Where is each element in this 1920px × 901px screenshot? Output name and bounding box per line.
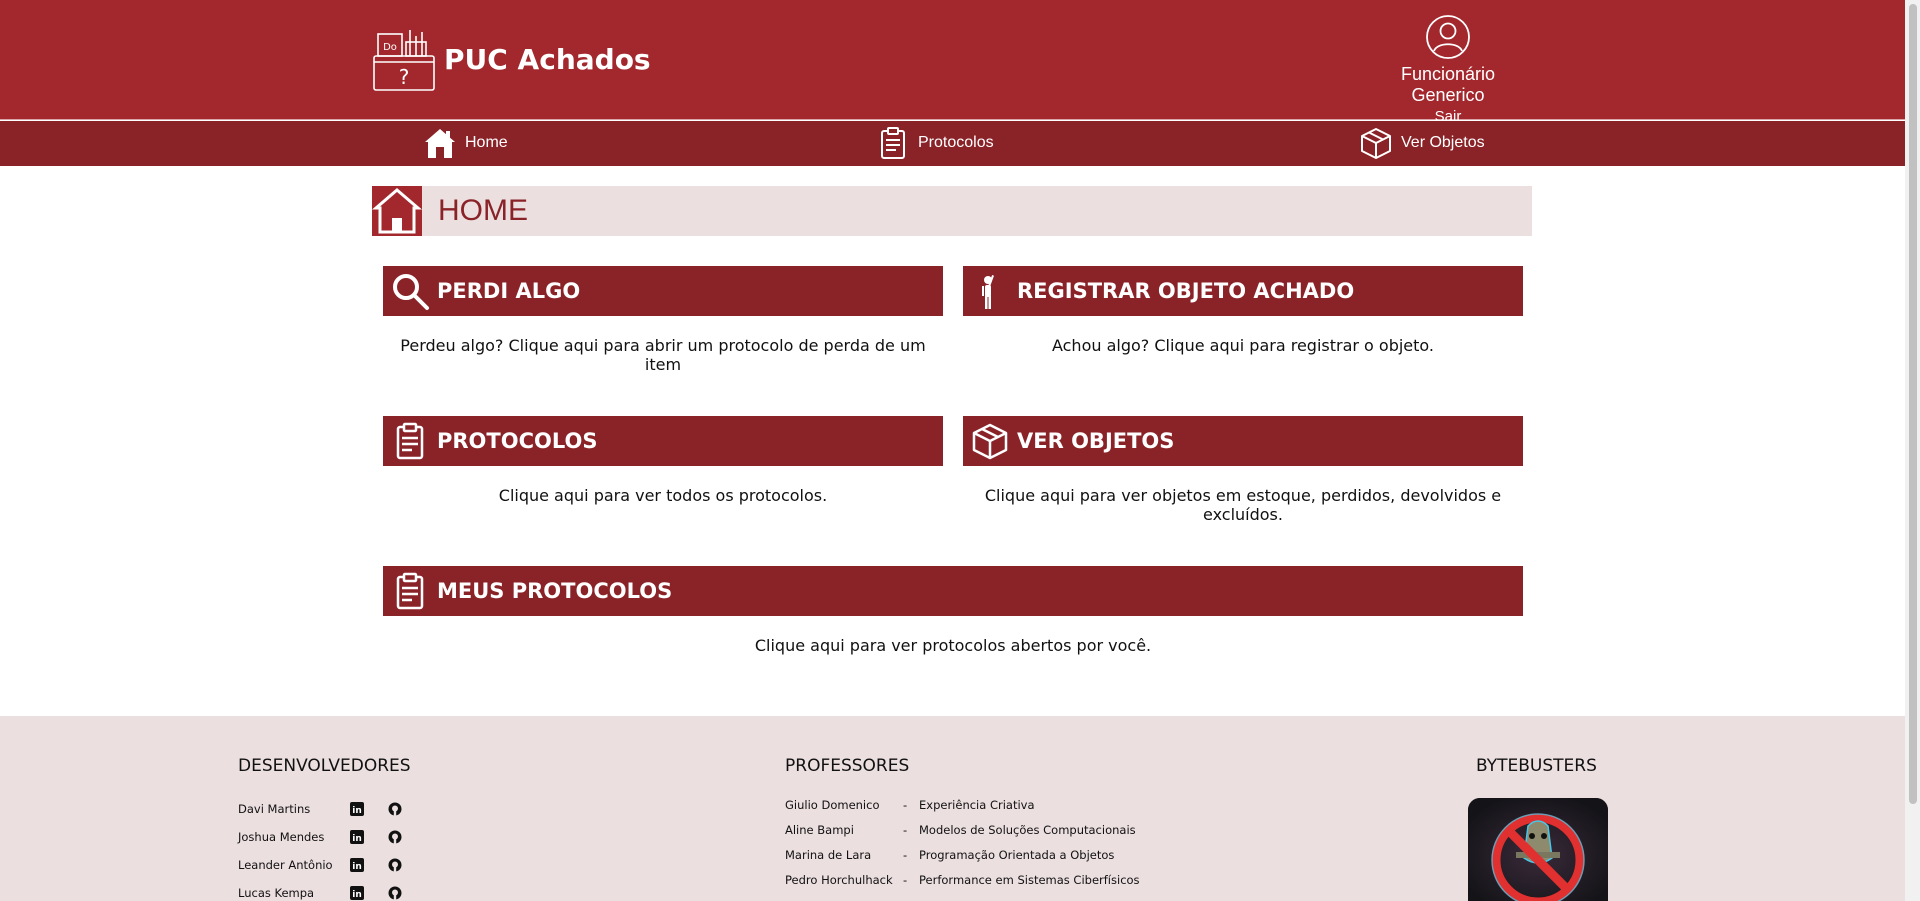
linkedin-icon[interactable]: in [350,886,364,900]
team-logo-image [1468,798,1608,901]
card-title: REGISTRAR OBJETO ACHADO [1017,279,1355,303]
professor-subject: Modelos de Soluções Computacionais [919,823,1136,837]
svg-text:in: in [352,834,362,844]
separator: - [903,848,908,862]
separator: - [903,873,908,887]
home-icon [425,129,455,158]
clipboard-icon [396,422,424,460]
clipboard-icon [396,572,424,610]
linkedin-icon[interactable]: in [350,830,364,844]
user-panel: Funcionário Generico Sair [1364,14,1532,125]
vertical-scrollbar[interactable] [1905,0,1920,901]
developers-heading: DESENVOLVEDORES [238,756,411,776]
github-icon[interactable] [388,886,402,900]
card-description: Clique aqui para ver objetos em estoque,… [984,486,1502,524]
professor-name: Giulio Domenico [785,798,880,812]
nav-item-label: Protocolos [918,134,994,151]
card-description: Clique aqui para ver protocolos abertos … [754,636,1152,655]
developer-name: Leander Antônio [238,858,333,872]
card-description: Clique aqui para ver todos os protocolos… [498,486,828,505]
card-meus-protocolos[interactable]: MEUS PROTOCOLOS Clique aqui para ver pro… [383,566,1523,655]
card-title: PERDI ALGO [437,279,581,303]
header: Do ? PUC Achados Funcionário Generico Sa… [0,0,1905,125]
footer: DESENVOLVEDORES Davi Martins in Joshua M… [0,716,1905,901]
professor-subject: Experiência Criativa [919,798,1035,812]
nav-item-label: Ver Objetos [1401,134,1485,151]
professor-name: Pedro Horchulhack [785,873,893,887]
professors-heading: PROFESSORES [785,756,910,776]
user-avatar-icon[interactable] [1425,14,1471,60]
github-icon[interactable] [388,830,402,844]
developer-row: Joshua Mendes in [238,830,402,844]
separator: - [903,798,908,812]
card-protocolos[interactable]: PROTOCOLOS Clique aqui para ver todos os… [383,416,943,505]
search-icon [393,274,429,310]
page-title-bar: HOME [372,186,1532,236]
home-icon [372,186,422,236]
card-registrar-objeto[interactable]: REGISTRAR OBJETO ACHADO Achou algo? Cliq… [963,266,1523,355]
card-title: MEUS PROTOCOLOS [437,579,673,603]
nav-item-protocolos[interactable]: Protocolos [876,126,994,160]
professor-row: Marina de Lara - Programação Orientada a… [785,848,1114,862]
nav-item-label: Home [465,134,508,151]
professor-subject: Performance em Sistemas Ciberfísicos [919,873,1140,887]
professor-row: Pedro Horchulhack - Performance em Siste… [785,873,1140,887]
main-nav: Home Protocolos Ver Objetos [0,121,1905,166]
github-icon[interactable] [388,858,402,872]
developer-row: Davi Martins in [238,802,402,816]
team-heading: BYTEBUSTERS [1476,756,1597,776]
card-header: PROTOCOLOS [383,416,943,466]
svg-text:in: in [352,862,362,872]
app-logo[interactable]: Do ? PUC Achados [372,26,651,92]
card-ver-objetos[interactable]: VER OBJETOS Clique aqui para ver objetos… [963,416,1523,524]
card-title: PROTOCOLOS [437,429,598,453]
developer-row: Lucas Kempa in [238,886,402,900]
nav-item-home[interactable]: Home [423,126,508,160]
page-title: HOME [438,194,528,227]
card-description: Perdeu algo? Clique aqui para abrir um p… [400,336,926,374]
card-header: VER OBJETOS [963,416,1523,466]
developer-name: Lucas Kempa [238,886,315,900]
card-header: MEUS PROTOCOLOS [383,566,1523,616]
scrollbar-thumb[interactable] [1909,4,1917,804]
professor-subject: Programação Orientada a Objetos [919,848,1115,862]
separator: - [903,823,908,837]
user-name: Funcionário Generico [1400,64,1496,105]
linkedin-icon[interactable]: in [350,802,364,816]
box-icon [1361,128,1391,159]
github-icon[interactable] [388,802,402,816]
box-icon [972,423,1008,460]
developer-name: Davi Martins [238,802,311,816]
card-header: REGISTRAR OBJETO ACHADO [963,266,1523,316]
card-perdi-algo[interactable]: PERDI ALGO Perdeu algo? Clique aqui para… [383,266,943,374]
developer-name: Joshua Mendes [238,830,325,844]
svg-text:?: ? [399,65,410,89]
app-title: PUC Achados [444,42,651,76]
lost-found-box-icon: Do ? [373,30,435,91]
professor-name: Aline Bampi [785,823,854,837]
professor-name: Marina de Lara [785,848,872,862]
svg-text:Do: Do [383,42,397,53]
professor-row: Aline Bampi - Modelos de Soluções Comput… [785,823,1136,837]
nav-item-ver-objetos[interactable]: Ver Objetos [1359,126,1485,160]
linkedin-icon[interactable]: in [350,858,364,872]
professor-row: Giulio Domenico - Experiência Criativa [785,798,1035,812]
developer-row: Leander Antônio in [238,858,402,872]
svg-text:in: in [352,890,362,900]
card-title: VER OBJETOS [1017,429,1175,453]
clipboard-icon [881,127,905,159]
person-pointing-icon [982,275,994,309]
svg-text:in: in [352,806,362,816]
card-description: Achou algo? Clique aqui para registrar o… [1051,336,1435,355]
card-header: PERDI ALGO [383,266,943,316]
